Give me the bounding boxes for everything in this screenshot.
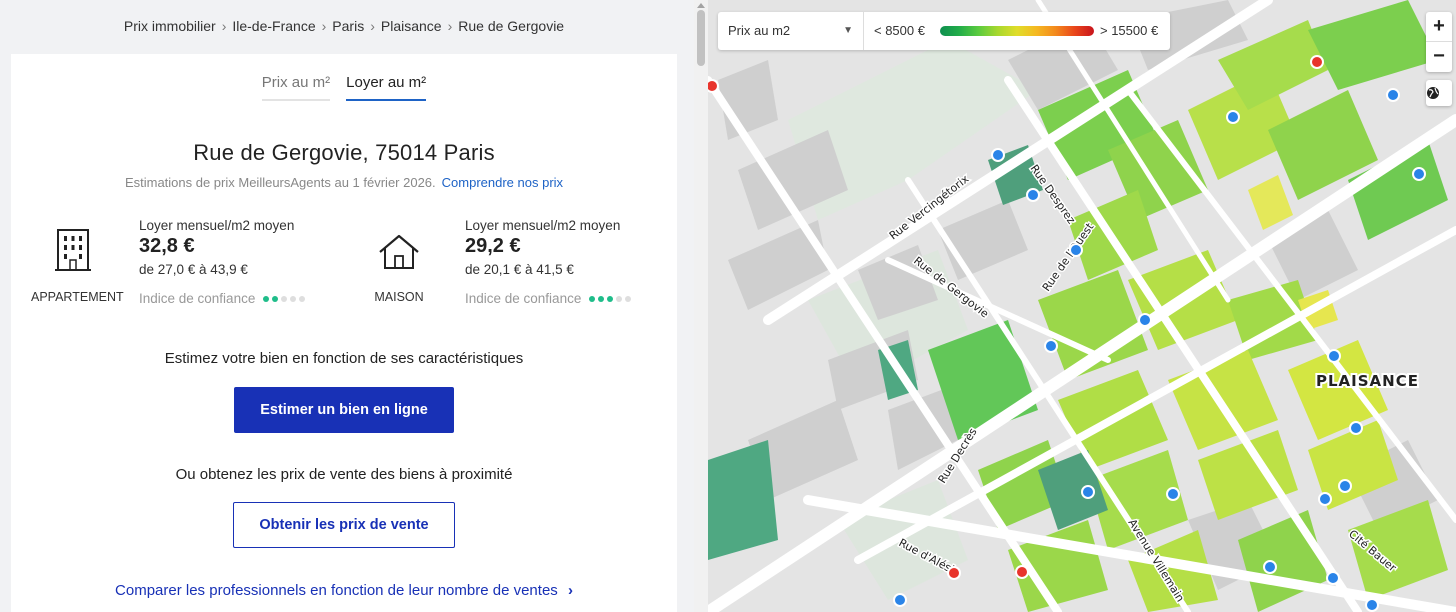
rent-label: Loyer mensuel/m2 moyen bbox=[139, 218, 295, 233]
confidence-dot bbox=[598, 295, 605, 302]
property-stats: Loyer mensuel/m2 moyen 32,8 € de 27,0 € … bbox=[139, 218, 339, 306]
rent-value: 32,8 € bbox=[139, 235, 195, 257]
rent-range: de 27,0 € à 43,9 € bbox=[139, 262, 248, 277]
metric-select-value: Prix au m2 bbox=[728, 23, 791, 38]
confidence-dots bbox=[263, 295, 308, 302]
price-map[interactable]: Rue Vercingétorix Rue Desprez Rue de Ger… bbox=[708, 0, 1456, 612]
breadcrumb: Prix immobilier › Ile-de-France › Paris › Plai… bbox=[0, 18, 688, 34]
scroll-thumb[interactable] bbox=[697, 10, 705, 66]
confidence-index: Indice de confiance bbox=[465, 291, 665, 306]
chevron-right-icon: › bbox=[370, 18, 375, 34]
confidence-label: Indice de confiance bbox=[465, 291, 582, 306]
get-sale-prices-button[interactable]: Obtenir les prix de vente bbox=[233, 502, 455, 548]
page-title: Rue de Gergovie, 75014 Paris bbox=[193, 140, 495, 165]
house-icon bbox=[357, 234, 441, 275]
confidence-dots bbox=[589, 295, 634, 302]
breadcrumb-item[interactable]: Ile-de-France bbox=[232, 18, 315, 34]
chevron-right-icon: › bbox=[567, 582, 573, 599]
rent-label: Loyer mensuel/m2 moyen bbox=[465, 218, 621, 233]
understand-prices-link[interactable]: Comprendre nos prix bbox=[442, 175, 563, 190]
confidence-index: Indice de confiance bbox=[139, 291, 339, 306]
scrollbar[interactable] bbox=[694, 0, 708, 612]
zoom-in-button[interactable]: + bbox=[1426, 12, 1452, 42]
scroll-up-icon[interactable] bbox=[697, 3, 705, 8]
legend-gradient bbox=[940, 26, 1094, 36]
compare-link-label: Comparer les professionnels en fonction … bbox=[115, 582, 558, 599]
chevron-right-icon: › bbox=[321, 18, 327, 34]
confidence-dot bbox=[625, 295, 632, 302]
confidence-dot bbox=[616, 295, 623, 302]
estimate-text: Estimez votre bien en fonction de ses ca… bbox=[164, 350, 524, 367]
chevron-down-icon: ▼ bbox=[843, 25, 853, 36]
district-label: PLAISANCE bbox=[1316, 372, 1419, 390]
confidence-dot bbox=[281, 295, 288, 302]
confidence-label: Indice de confiance bbox=[139, 291, 256, 306]
price-card: Prix au m² Loyer au m² Rue de Gergovie, 7… bbox=[11, 54, 677, 612]
map-canvas[interactable]: Rue Vercingétorix Rue Desprez Rue de Ger… bbox=[708, 0, 1456, 612]
estimate-online-button[interactable]: Estimer un bien en ligne bbox=[234, 387, 454, 433]
property-type-label: APPARTEMENT bbox=[31, 290, 124, 304]
confidence-dot bbox=[290, 295, 297, 302]
metric-select[interactable]: Prix au m2 ▼ bbox=[718, 12, 864, 50]
confidence-dot bbox=[589, 295, 596, 302]
legend-low-label: < 8500 € bbox=[874, 23, 925, 38]
price-legend: Prix au m2 ▼ < 8500 € > 15500 € bbox=[718, 12, 1170, 50]
breadcrumb-item-current: Rue de Gergovie bbox=[458, 18, 565, 34]
chevron-right-icon: › bbox=[221, 18, 227, 34]
property-stats: Loyer mensuel/m2 moyen 29,2 € de 20,1 € … bbox=[465, 218, 665, 306]
zoom-out-button[interactable]: − bbox=[1426, 42, 1452, 72]
rent-range: de 20,1 € à 41,5 € bbox=[465, 262, 574, 277]
building-icon bbox=[31, 228, 115, 277]
tab-loyer[interactable]: Loyer au m² bbox=[346, 74, 427, 101]
compare-professionals-link[interactable]: Comparer les professionnels en fonction … bbox=[11, 582, 677, 599]
chevron-right-icon: › bbox=[447, 18, 453, 34]
or-text: Ou obtenez les prix de vente des biens à… bbox=[175, 466, 513, 483]
legend-high-label: > 15500 € bbox=[1100, 23, 1159, 38]
breadcrumb-item[interactable]: Paris bbox=[332, 18, 364, 34]
confidence-dot bbox=[607, 295, 614, 302]
estimate-panel: Prix immobilier › Ile-de-France › Paris › Plai… bbox=[0, 0, 694, 612]
subtitle-text: Estimations de prix MeilleursAgents au 1… bbox=[124, 175, 436, 190]
confidence-dot bbox=[299, 295, 306, 302]
confidence-dot bbox=[263, 295, 270, 302]
breadcrumb-item[interactable]: Plaisance bbox=[381, 18, 442, 34]
property-type-label: MAISON bbox=[374, 290, 424, 304]
breadcrumb-item[interactable]: Prix immobilier bbox=[124, 18, 216, 34]
tabs: Prix au m² Loyer au m² bbox=[11, 74, 677, 101]
tab-prix[interactable]: Prix au m² bbox=[261, 74, 331, 101]
rent-value: 29,2 € bbox=[465, 235, 521, 257]
zoom-control: + − bbox=[1426, 12, 1452, 72]
confidence-dot bbox=[272, 295, 279, 302]
globe-icon[interactable] bbox=[1426, 80, 1452, 106]
subtitle: Estimations de prix MeilleursAgents au 1… bbox=[11, 175, 677, 190]
